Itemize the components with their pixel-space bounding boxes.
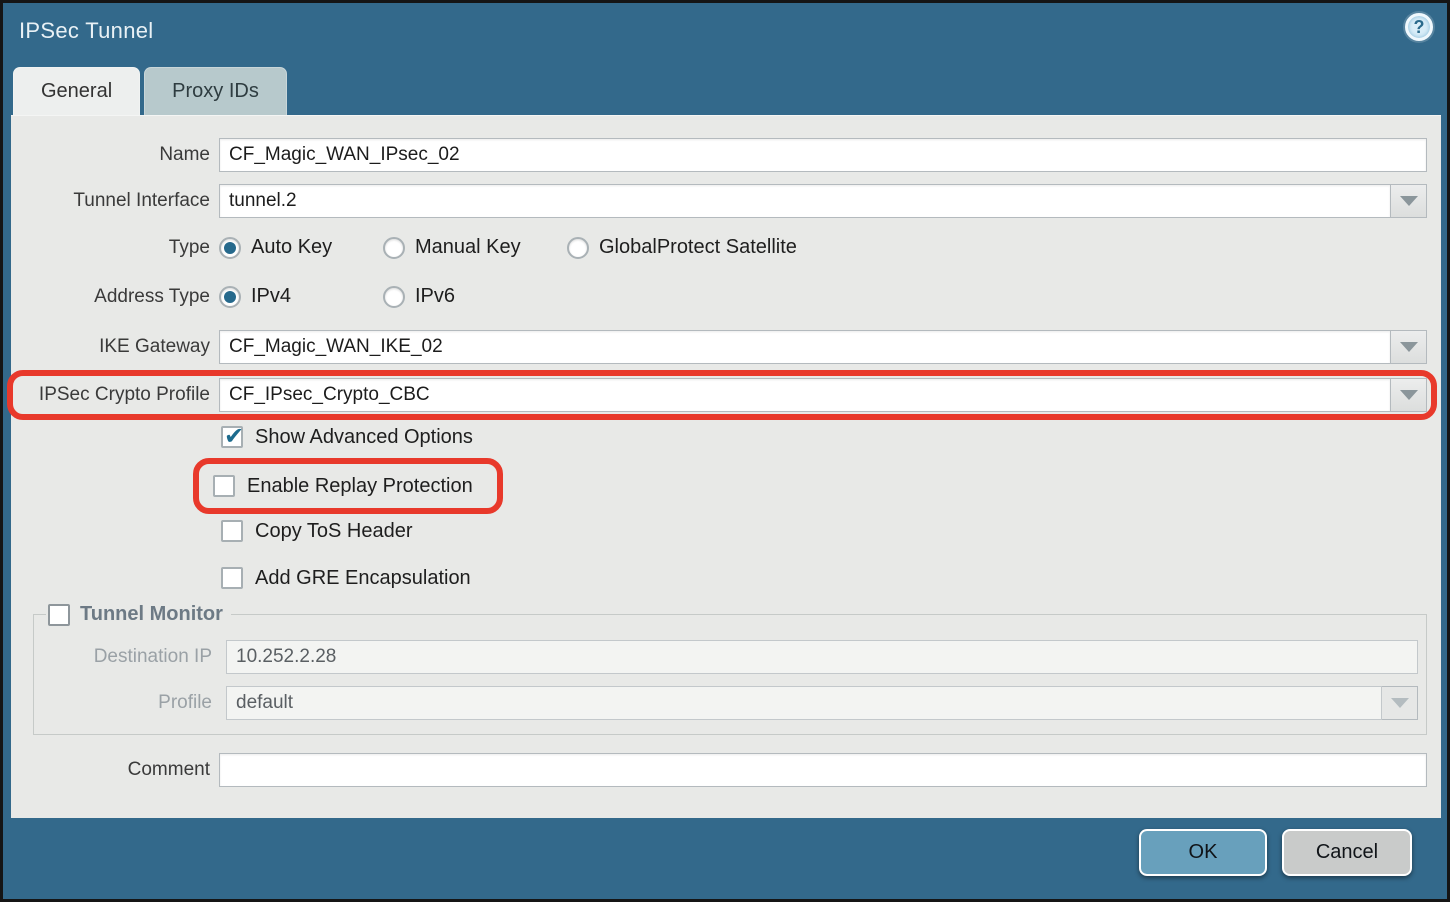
chevron-down-icon: [1400, 390, 1418, 400]
type-option-manual-key: Manual Key: [383, 236, 545, 259]
address-type-option-ipv4: IPv4: [219, 285, 359, 308]
ipsec-crypto-profile-row: IPSec Crypto Profile CF_IPsec_Crypto_CBC: [15, 378, 1427, 412]
enable-replay-protection-row: Enable Replay Protection: [213, 473, 473, 499]
destination-ip-input: 10.252.2.28: [226, 640, 1418, 674]
show-advanced-options-label: Show Advanced Options: [255, 426, 473, 449]
manual-key-radio[interactable]: [383, 237, 405, 259]
tab-proxy-ids[interactable]: Proxy IDs: [144, 67, 287, 115]
ok-button[interactable]: OK: [1139, 829, 1267, 876]
address-type-row: Address Type IPv4 IPv6: [11, 285, 1441, 308]
profile-select: default: [226, 686, 1382, 720]
add-gre-encapsulation-label: Add GRE Encapsulation: [255, 567, 471, 590]
tunnel-monitor-legend: Tunnel Monitor: [46, 603, 231, 626]
ike-gateway-row: IKE Gateway CF_Magic_WAN_IKE_02: [11, 330, 1441, 364]
add-gre-encapsulation-row: Add GRE Encapsulation: [221, 565, 1441, 591]
destination-ip-label: Destination IP: [42, 646, 212, 668]
ike-gateway-label: IKE Gateway: [11, 336, 210, 358]
type-label: Type: [11, 237, 210, 259]
help-icon[interactable]: ?: [1405, 13, 1433, 41]
tunnel-interface-select[interactable]: tunnel.2: [219, 184, 1391, 218]
comment-row: Comment: [11, 753, 1441, 787]
auto-key-label: Auto Key: [251, 236, 332, 259]
show-advanced-options-checkbox[interactable]: [221, 426, 243, 448]
ipv4-label: IPv4: [251, 285, 291, 308]
auto-key-radio[interactable]: [219, 237, 241, 259]
globalprotect-satellite-radio[interactable]: [567, 237, 589, 259]
ipv6-label: IPv6: [415, 285, 455, 308]
ipv6-radio[interactable]: [383, 286, 405, 308]
copy-tos-header-label: Copy ToS Header: [255, 520, 413, 543]
name-row: Name CF_Magic_WAN_IPsec_02: [11, 138, 1441, 172]
profile-label: Profile: [42, 692, 212, 714]
show-advanced-options-row: Show Advanced Options: [221, 424, 1441, 450]
enable-replay-protection-highlight: Enable Replay Protection: [193, 458, 503, 514]
tunnel-interface-dropdown-button[interactable]: [1391, 184, 1427, 218]
ipsec-crypto-profile-label: IPSec Crypto Profile: [15, 384, 210, 406]
type-option-globalprotect: GlobalProtect Satellite: [567, 236, 797, 259]
profile-row: Profile default: [42, 686, 1418, 720]
comment-input[interactable]: [219, 753, 1427, 787]
ike-gateway-select[interactable]: CF_Magic_WAN_IKE_02: [219, 330, 1391, 364]
dialog-title: IPSec Tunnel: [19, 18, 153, 44]
tab-bar: General Proxy IDs: [13, 67, 287, 115]
comment-label: Comment: [11, 759, 210, 781]
ipsec-crypto-profile-highlight: IPSec Crypto Profile CF_IPsec_Crypto_CBC: [7, 370, 1437, 420]
address-type-label: Address Type: [11, 286, 210, 308]
general-tab-panel: Name CF_Magic_WAN_IPsec_02 Tunnel Interf…: [11, 115, 1441, 818]
type-row: Type Auto Key Manual Key GlobalProtect S…: [11, 236, 1441, 259]
ipsec-crypto-profile-select[interactable]: CF_IPsec_Crypto_CBC: [219, 378, 1391, 412]
tunnel-monitor-checkbox[interactable]: [48, 604, 70, 626]
ipsec-tunnel-dialog: IPSec Tunnel ? General Proxy IDs Name CF…: [0, 0, 1450, 902]
manual-key-label: Manual Key: [415, 236, 521, 259]
name-input[interactable]: CF_Magic_WAN_IPsec_02: [219, 138, 1427, 172]
ipsec-crypto-profile-dropdown-button[interactable]: [1391, 378, 1427, 412]
dialog-titlebar: IPSec Tunnel ?: [3, 3, 1447, 65]
address-type-option-ipv6: IPv6: [383, 285, 455, 308]
globalprotect-satellite-label: GlobalProtect Satellite: [599, 236, 797, 259]
type-option-auto-key: Auto Key: [219, 236, 359, 259]
tab-general[interactable]: General: [13, 67, 140, 115]
ipv4-radio[interactable]: [219, 286, 241, 308]
copy-tos-header-checkbox[interactable]: [221, 520, 243, 542]
chevron-down-icon: [1400, 342, 1418, 352]
cancel-button[interactable]: Cancel: [1282, 829, 1412, 876]
destination-ip-row: Destination IP 10.252.2.28: [42, 640, 1418, 674]
chevron-down-icon: [1400, 196, 1418, 206]
add-gre-encapsulation-checkbox[interactable]: [221, 567, 243, 589]
tunnel-monitor-group: Tunnel Monitor Destination IP 10.252.2.2…: [33, 603, 1427, 735]
copy-tos-header-row: Copy ToS Header: [221, 518, 1441, 544]
tunnel-monitor-label: Tunnel Monitor: [80, 603, 223, 626]
tunnel-interface-row: Tunnel Interface tunnel.2: [11, 184, 1441, 218]
enable-replay-protection-label: Enable Replay Protection: [247, 475, 473, 498]
chevron-down-icon: [1391, 698, 1409, 708]
profile-dropdown-button: [1382, 686, 1418, 720]
ike-gateway-dropdown-button[interactable]: [1391, 330, 1427, 364]
enable-replay-protection-checkbox[interactable]: [213, 475, 235, 497]
name-label: Name: [11, 144, 210, 166]
tunnel-interface-label: Tunnel Interface: [11, 190, 210, 212]
